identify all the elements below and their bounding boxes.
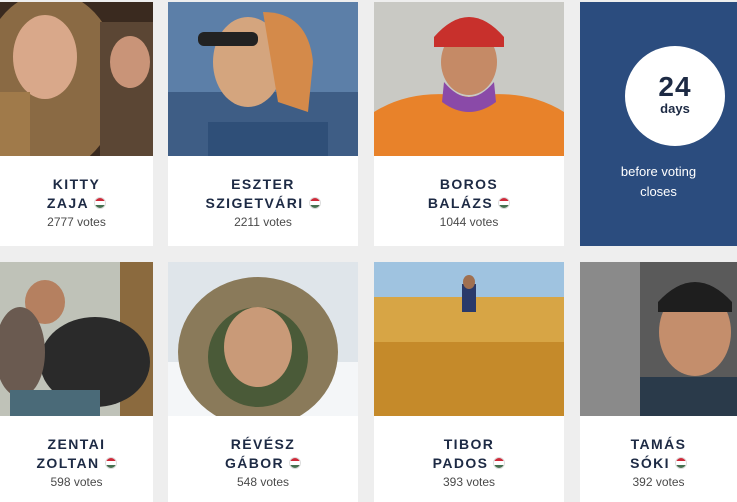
hungary-flag-icon xyxy=(289,457,302,469)
contestant-card-5[interactable]: RÉVÉSZ GÁBOR 548 votes xyxy=(168,262,358,502)
hungary-flag-icon xyxy=(498,197,511,209)
contestant-last-name: BALÁZS xyxy=(427,195,494,211)
contestant-card-6[interactable]: TIBOR PADOS 393 votes xyxy=(374,262,564,502)
hungary-flag-icon xyxy=(104,457,117,469)
contestant-last-name: SÓKI xyxy=(630,455,670,471)
contestant-photo xyxy=(374,2,564,156)
countdown-text-line1: before voting xyxy=(620,164,697,179)
contestant-first-name: TIBOR xyxy=(443,436,495,452)
hungary-flag-icon xyxy=(674,457,687,469)
countdown-number: 24 xyxy=(658,71,692,102)
contestant-card-1[interactable]: KITTY ZAJA 2777 votes xyxy=(0,2,153,246)
contestant-last-name: GÁBOR xyxy=(224,455,285,471)
vote-count: 2211 votes xyxy=(234,215,292,229)
contestant-last-name: SZIGETVÁRI xyxy=(205,195,304,211)
contestant-first-name: BOROS xyxy=(439,176,499,192)
hungary-flag-icon xyxy=(308,197,321,209)
contestant-photo xyxy=(168,262,358,416)
contestant-first-name: ESZTER xyxy=(231,176,295,192)
contestant-last-name: ZOLTAN xyxy=(36,455,100,471)
contestant-photo xyxy=(0,2,153,156)
hungary-flag-icon xyxy=(493,457,506,469)
countdown-circle: 24 days xyxy=(625,46,725,146)
contestant-last-name: ZAJA xyxy=(46,195,90,211)
countdown-card: 24 days before voting closes xyxy=(580,2,737,246)
countdown-text-line2: closes xyxy=(640,184,677,199)
contestant-photo xyxy=(374,262,564,416)
contestant-first-name: TAMÁS xyxy=(630,436,687,452)
contestant-card-4[interactable]: ZENTAI ZOLTAN 598 votes xyxy=(0,262,153,502)
contestant-first-name: ZENTAI xyxy=(47,436,106,452)
contestant-card-7[interactable]: TAMÁS SÓKI 392 votes xyxy=(580,262,737,502)
contestant-last-name: PADOS xyxy=(432,455,489,471)
contestant-first-name: KITTY xyxy=(52,176,101,192)
hungary-flag-icon xyxy=(94,197,107,209)
contestant-photo xyxy=(580,262,737,416)
contestant-card-3[interactable]: BOROS BALÁZS 1044 votes xyxy=(374,2,564,246)
contestant-card-2[interactable]: ESZTER SZIGETVÁRI 2211 votes xyxy=(168,2,358,246)
contestant-first-name: RÉVÉSZ xyxy=(230,436,296,452)
contestant-photo xyxy=(0,262,153,416)
vote-count: 2777 votes xyxy=(47,215,106,229)
contestant-photo xyxy=(168,2,358,156)
countdown-unit: days xyxy=(660,101,690,116)
vote-count: 1044 votes xyxy=(439,215,499,229)
